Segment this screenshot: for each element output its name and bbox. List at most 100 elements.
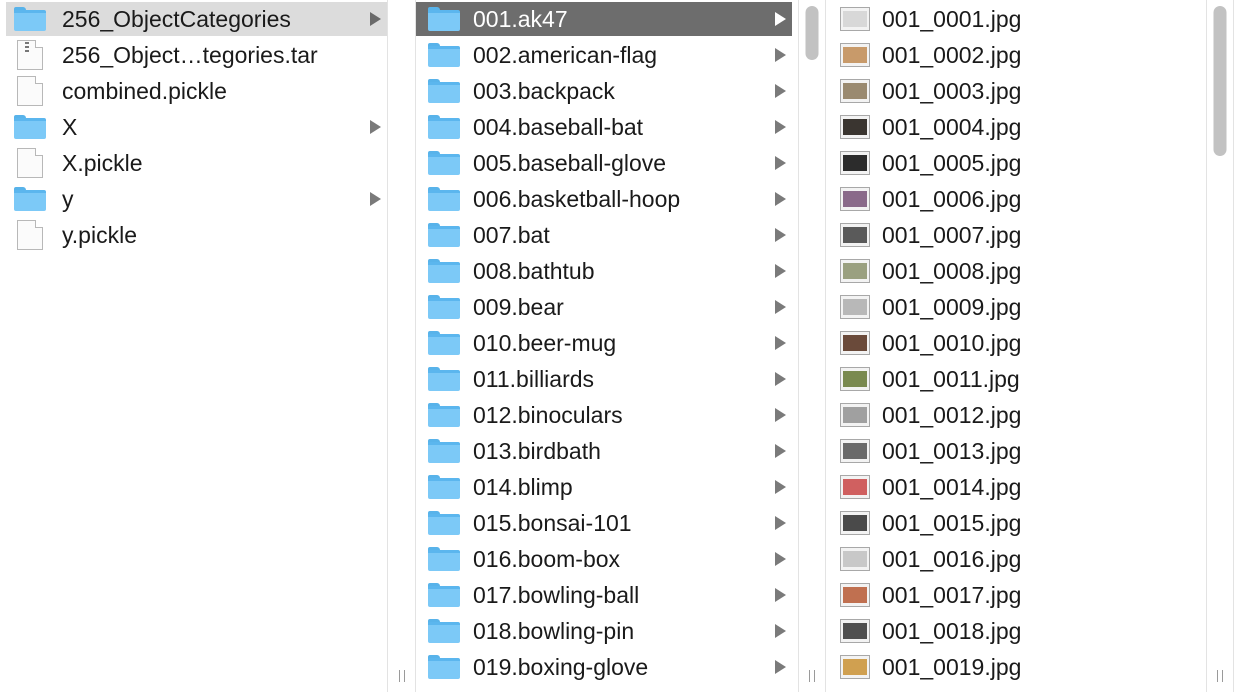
list-item[interactable]: 001_0018.jpg: [826, 614, 1200, 648]
item-label: 256_Object…tegories.tar: [62, 41, 318, 68]
chevron-right-icon: [775, 624, 786, 638]
image-thumbnail-icon: [840, 547, 870, 571]
list-item[interactable]: X: [6, 110, 387, 144]
list-item[interactable]: y.pickle: [6, 218, 387, 252]
list-item[interactable]: 001_0017.jpg: [826, 578, 1200, 612]
list-item[interactable]: 005.baseball-glove: [416, 146, 792, 180]
chevron-right-icon: [370, 192, 381, 206]
item-label: 010.beer-mug: [473, 329, 617, 356]
list-item[interactable]: 001_0012.jpg: [826, 398, 1200, 432]
folder-icon: [428, 43, 460, 67]
item-label: 001_0011.jpg: [882, 365, 1020, 392]
image-thumbnail-icon: [840, 331, 870, 355]
folder-icon: [428, 331, 460, 355]
item-label: X.pickle: [62, 149, 143, 176]
list-item[interactable]: 019.boxing-glove: [416, 650, 792, 684]
item-label: 001.ak47: [473, 5, 568, 32]
image-thumbnail-icon: [840, 403, 870, 427]
list-item[interactable]: 001_0019.jpg: [826, 650, 1200, 684]
item-label: 008.bathtub: [473, 257, 595, 284]
column-2-scrollbar[interactable]: [798, 0, 826, 692]
image-thumbnail-icon: [840, 511, 870, 535]
list-item[interactable]: 001_0015.jpg: [826, 506, 1200, 540]
item-label: y.pickle: [62, 221, 137, 248]
list-item[interactable]: 001_0008.jpg: [826, 254, 1200, 288]
list-item[interactable]: 001_0007.jpg: [826, 218, 1200, 252]
list-item[interactable]: 256_ObjectCategories: [6, 2, 387, 36]
list-item[interactable]: 001_0011.jpg: [826, 362, 1200, 396]
list-item[interactable]: 001.ak47: [416, 2, 792, 36]
list-item[interactable]: 009.bear: [416, 290, 792, 324]
column-1-divider[interactable]: [387, 0, 416, 692]
image-thumbnail-icon: [840, 79, 870, 103]
chevron-right-icon: [775, 120, 786, 134]
list-item[interactable]: X.pickle: [6, 146, 387, 180]
column-3: 001_0001.jpg 001_0002.jpg 001_0003.jpg 001_…: [826, 0, 1206, 692]
item-label: combined.pickle: [62, 77, 227, 104]
list-item[interactable]: 014.blimp: [416, 470, 792, 504]
folder-icon: [428, 187, 460, 211]
list-item[interactable]: 017.bowling-ball: [416, 578, 792, 612]
list-item[interactable]: y: [6, 182, 387, 216]
list-item[interactable]: 001_0004.jpg: [826, 110, 1200, 144]
item-label: 001_0008.jpg: [882, 257, 1022, 284]
list-item[interactable]: combined.pickle: [6, 74, 387, 108]
list-item[interactable]: 001_0001.jpg: [826, 2, 1200, 36]
list-item[interactable]: 004.baseball-bat: [416, 110, 792, 144]
folder-icon: [428, 619, 460, 643]
folder-icon: [428, 511, 460, 535]
list-item[interactable]: 013.birdbath: [416, 434, 792, 468]
item-label: 001_0004.jpg: [882, 113, 1022, 140]
folder-icon: [14, 115, 46, 139]
list-item[interactable]: 007.bat: [416, 218, 792, 252]
list-item[interactable]: 008.bathtub: [416, 254, 792, 288]
folder-icon: [14, 187, 46, 211]
item-label: 006.basketball-hoop: [473, 185, 681, 212]
item-label: 012.binoculars: [473, 401, 623, 428]
column-1: 256_ObjectCategories 256_Object…tegories.…: [0, 0, 387, 692]
column-3-scrollbar[interactable]: [1206, 0, 1234, 692]
resize-grip-icon[interactable]: [808, 670, 816, 682]
list-item[interactable]: 001_0006.jpg: [826, 182, 1200, 216]
list-item[interactable]: 003.backpack: [416, 74, 792, 108]
list-item[interactable]: 010.beer-mug: [416, 326, 792, 360]
item-label: 004.baseball-bat: [473, 113, 644, 140]
item-label: X: [62, 113, 78, 140]
scrollbar-thumb[interactable]: [1213, 6, 1227, 156]
list-item[interactable]: 001_0016.jpg: [826, 542, 1200, 576]
resize-grip-icon[interactable]: [1216, 670, 1224, 682]
chevron-right-icon: [775, 12, 786, 26]
list-item[interactable]: 001_0010.jpg: [826, 326, 1200, 360]
chevron-right-icon: [775, 84, 786, 98]
item-label: 001_0003.jpg: [882, 77, 1022, 104]
list-item[interactable]: 256_Object…tegories.tar: [6, 38, 387, 72]
item-label: 001_0010.jpg: [882, 329, 1022, 356]
list-item[interactable]: 018.bowling-pin: [416, 614, 792, 648]
image-thumbnail-icon: [840, 7, 870, 31]
item-label: 001_0007.jpg: [882, 221, 1022, 248]
item-label: 001_0015.jpg: [882, 509, 1022, 536]
list-item[interactable]: 001_0009.jpg: [826, 290, 1200, 324]
item-label: 013.birdbath: [473, 437, 601, 464]
resize-grip-icon[interactable]: [398, 670, 406, 682]
item-label: 001_0017.jpg: [882, 581, 1022, 608]
image-thumbnail-icon: [840, 151, 870, 175]
list-item[interactable]: 001_0002.jpg: [826, 38, 1200, 72]
list-item[interactable]: 015.bonsai-101: [416, 506, 792, 540]
list-item[interactable]: 006.basketball-hoop: [416, 182, 792, 216]
list-item[interactable]: 011.billiards: [416, 362, 792, 396]
folder-icon: [14, 7, 46, 31]
scrollbar-thumb[interactable]: [805, 6, 819, 60]
item-label: 011.billiards: [473, 365, 595, 392]
list-item[interactable]: 001_0005.jpg: [826, 146, 1200, 180]
list-item[interactable]: 012.binoculars: [416, 398, 792, 432]
image-thumbnail-icon: [840, 367, 870, 391]
folder-icon: [428, 655, 460, 679]
list-item[interactable]: 001_0013.jpg: [826, 434, 1200, 468]
list-item[interactable]: 016.boom-box: [416, 542, 792, 576]
item-label: 001_0001.jpg: [882, 5, 1022, 32]
list-item[interactable]: 001_0014.jpg: [826, 470, 1200, 504]
chevron-right-icon: [775, 372, 786, 386]
list-item[interactable]: 002.american-flag: [416, 38, 792, 72]
list-item[interactable]: 001_0003.jpg: [826, 74, 1200, 108]
